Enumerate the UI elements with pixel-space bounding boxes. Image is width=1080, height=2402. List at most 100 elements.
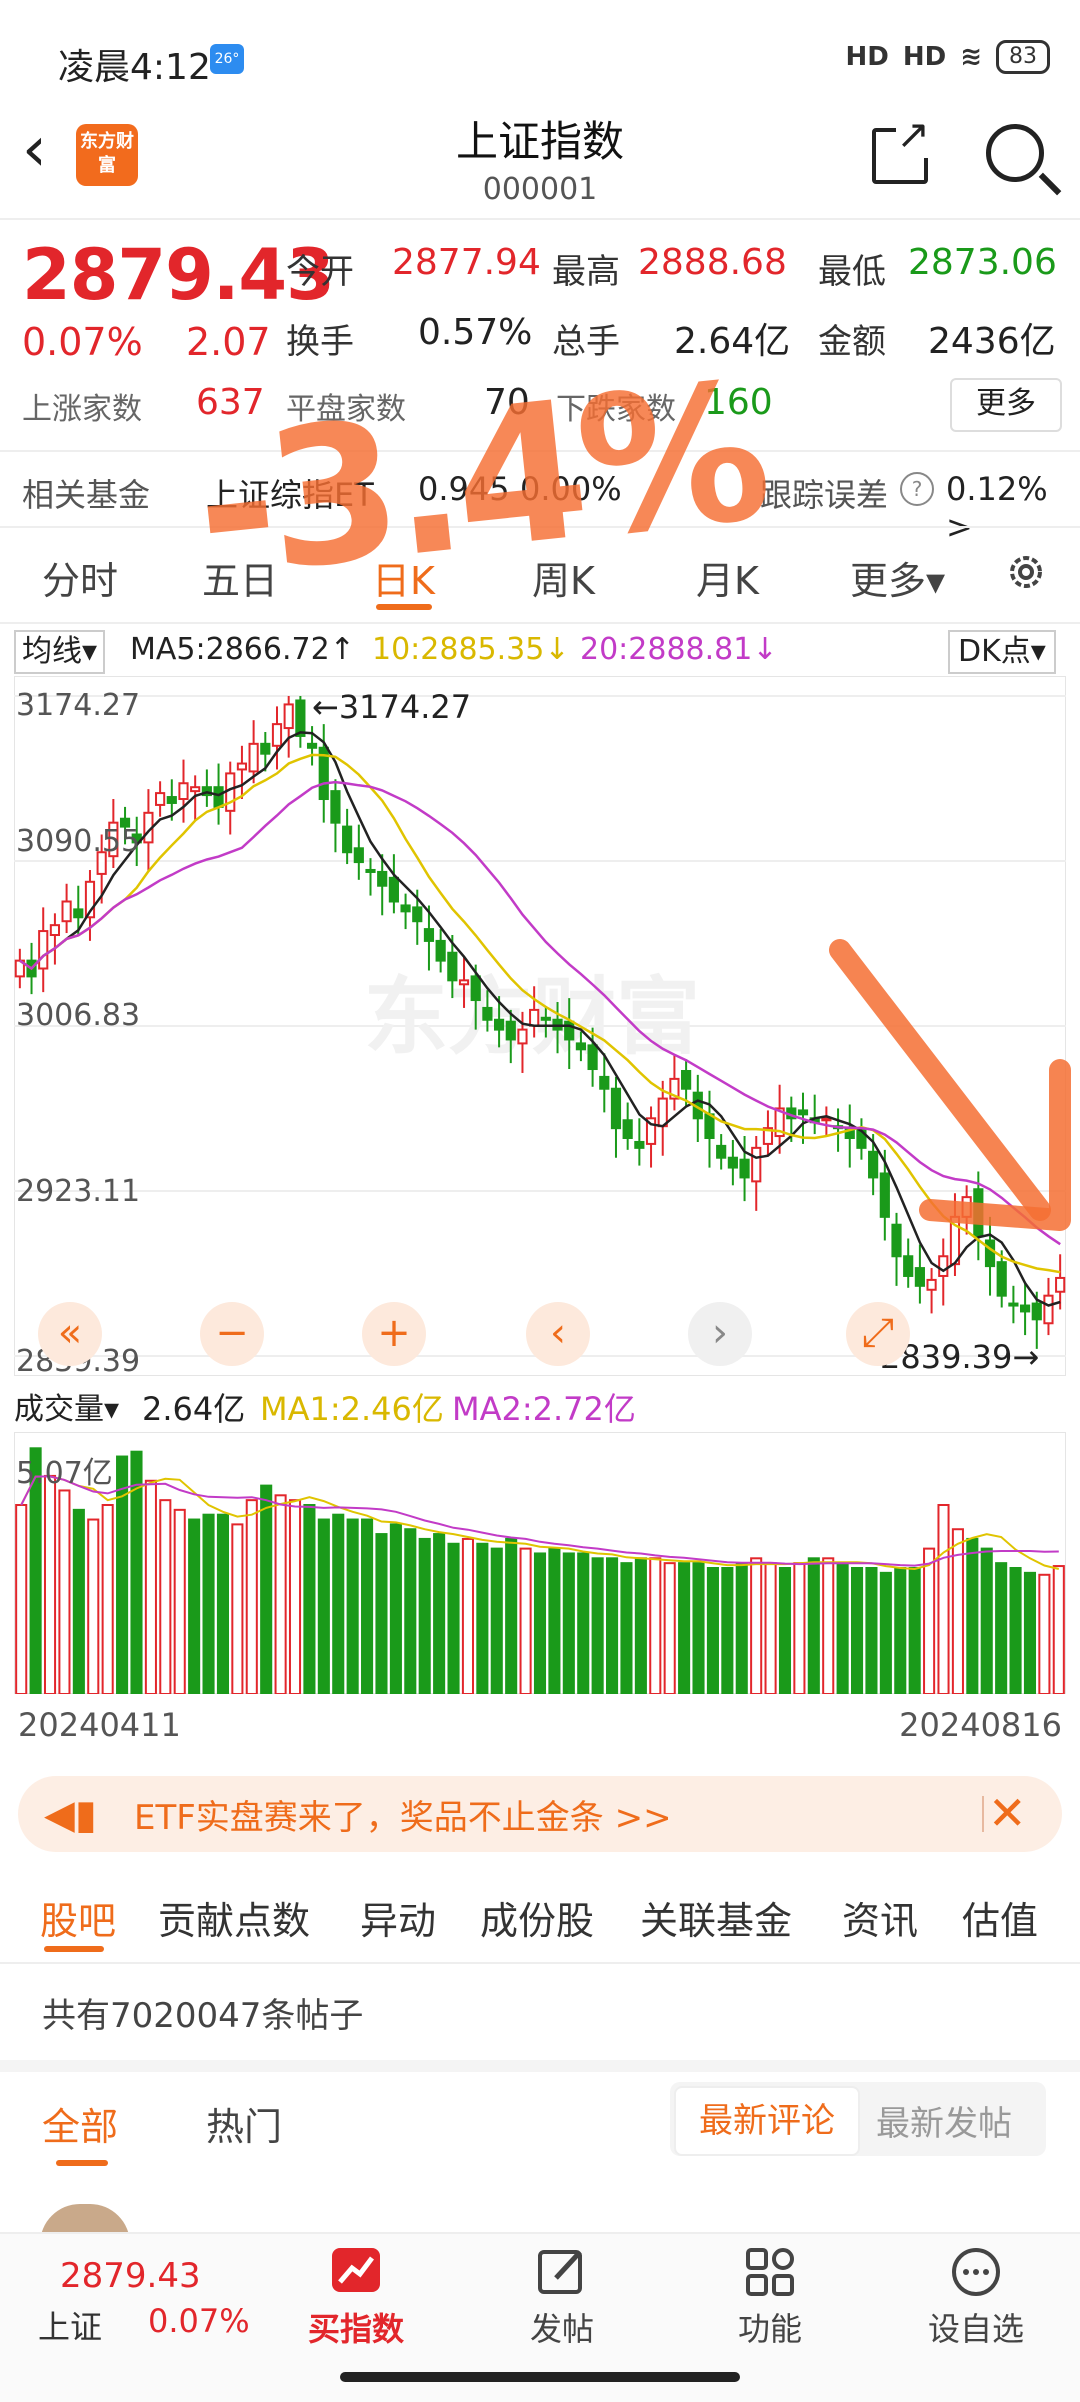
volume-bar [735, 1562, 748, 1694]
help-icon[interactable]: ? [900, 472, 934, 506]
filter-all[interactable]: 全部 [42, 2096, 118, 2151]
nav-add-watchlist[interactable]: 设自选 [906, 2244, 1046, 2350]
candle [353, 847, 364, 864]
volume-bar [173, 1508, 186, 1694]
chart-trend-icon [332, 2248, 380, 2292]
volume-ma2: MA2:2.72亿 [452, 1390, 636, 1428]
volume-bar [980, 1547, 993, 1694]
tab-related-funds[interactable]: 关联基金 [640, 1890, 792, 1945]
candle [482, 1006, 493, 1021]
scroll-right-button[interactable]: › [688, 1302, 752, 1366]
volume-bar [649, 1557, 662, 1694]
volume-bar [822, 1557, 835, 1694]
candle [540, 1016, 551, 1021]
sort-latest-comment[interactable]: 最新评论 [674, 2086, 860, 2156]
volume-bar [87, 1518, 100, 1694]
nav-watchlist-label: 设自选 [927, 2310, 1024, 2348]
candle [751, 1146, 762, 1183]
tab-movers[interactable]: 异动 [360, 1890, 436, 1945]
nav-functions-label: 功能 [737, 2310, 802, 2348]
section-divider [0, 2060, 1080, 2072]
tab-constituents[interactable]: 成份股 [480, 1890, 594, 1945]
candle [610, 1087, 622, 1130]
ma-selector[interactable]: 均线▾ [14, 630, 106, 674]
tab-guba[interactable]: 股吧 [40, 1890, 116, 1945]
scroll-start-button[interactable]: « [38, 1302, 102, 1366]
volume-bar [793, 1562, 806, 1694]
nav-index-name[interactable]: 上证 [38, 2302, 102, 2348]
volume-bar [606, 1557, 619, 1694]
volume-bar [101, 1504, 114, 1694]
candle [938, 1255, 949, 1277]
zoom-out-button[interactable]: − [200, 1302, 264, 1366]
nav-index-price[interactable]: 2879.43 [60, 2256, 201, 2296]
volume-bar [58, 1489, 71, 1694]
volume-bar [202, 1513, 215, 1694]
volume-bar [404, 1528, 417, 1694]
tab-active-indicator [376, 604, 432, 610]
candle [634, 1140, 645, 1149]
candle [388, 876, 399, 903]
volume-bar [216, 1513, 230, 1694]
tab-valuation[interactable]: 估值 [962, 1890, 1038, 1945]
signal-icon: HD [845, 42, 889, 72]
nav-post[interactable]: 发帖 [492, 2244, 632, 2350]
candle [306, 742, 318, 749]
volume-bar [418, 1537, 431, 1694]
candle [458, 979, 470, 986]
share-icon[interactable] [872, 112, 930, 184]
candle [797, 1109, 809, 1116]
gear-icon[interactable] [1004, 550, 1048, 594]
candle [283, 703, 294, 730]
nav-buy-index[interactable]: 买指数 [286, 2244, 426, 2350]
handwritten-annotation: -3.4% [185, 341, 772, 620]
zoom-in-button[interactable]: + [362, 1302, 426, 1366]
more-button[interactable]: 更多 [950, 378, 1062, 432]
tab-intraday[interactable]: 分时 [42, 550, 118, 605]
nav-index-pct[interactable]: 0.07% [148, 2302, 250, 2340]
date-end: 20240816 [899, 1706, 1062, 1744]
scroll-left-button[interactable]: ‹ [526, 1302, 590, 1366]
candle [704, 1113, 715, 1140]
volume-bar [1052, 1565, 1065, 1694]
open-value: 2877.94 [392, 242, 541, 283]
dk-point-selector[interactable]: DK点▾ [948, 630, 1056, 674]
nav-functions[interactable]: 功能 [700, 2244, 840, 2350]
low-label: 最低 [818, 252, 886, 292]
change-points: 2.07 [186, 320, 271, 364]
signal-icon: HD [902, 42, 947, 72]
volume-bar [865, 1567, 878, 1694]
volume-bar [894, 1567, 907, 1694]
open-label: 今开 [286, 252, 354, 292]
candle [926, 1278, 937, 1291]
tab-news[interactable]: 资讯 [842, 1890, 918, 1945]
amount-label: 金额 [818, 322, 886, 362]
tracking-error-value[interactable]: 0.12% > [946, 470, 1080, 546]
related-fund-label: 相关基金 [22, 476, 151, 514]
candle [657, 1097, 668, 1128]
candle [716, 1144, 727, 1159]
close-icon[interactable]: ✕ [988, 1786, 1027, 1840]
candle [365, 868, 376, 873]
filter-active-indicator [56, 2160, 108, 2166]
volume-bar [548, 1547, 561, 1694]
volume-bar [1023, 1571, 1037, 1694]
tab-contribution[interactable]: 贡献点数 [158, 1890, 310, 1945]
volume-bar [879, 1571, 892, 1694]
volume-selector[interactable]: 成交量▾ [14, 1384, 119, 1428]
tracking-error-label: 跟踪误差 [760, 476, 889, 514]
turnover-value: 0.57% [418, 312, 533, 353]
tab-more[interactable]: 更多▾ [850, 550, 945, 605]
fullscreen-button[interactable]: ⤢ [846, 1302, 910, 1366]
candle [155, 792, 166, 806]
volume-bar [231, 1523, 244, 1694]
candle [727, 1156, 738, 1169]
volume-chart[interactable] [14, 1432, 1066, 1694]
candle [564, 1020, 575, 1041]
promo-banner-text[interactable]: ETF实盘赛来了，奖品不止金条 >> [134, 1790, 672, 1839]
candle [599, 1075, 610, 1090]
volume-bar [288, 1499, 302, 1694]
search-icon[interactable] [986, 124, 1044, 182]
filter-hot[interactable]: 热门 [206, 2096, 282, 2151]
sort-latest-post[interactable]: 最新发帖 [876, 2096, 1012, 2145]
